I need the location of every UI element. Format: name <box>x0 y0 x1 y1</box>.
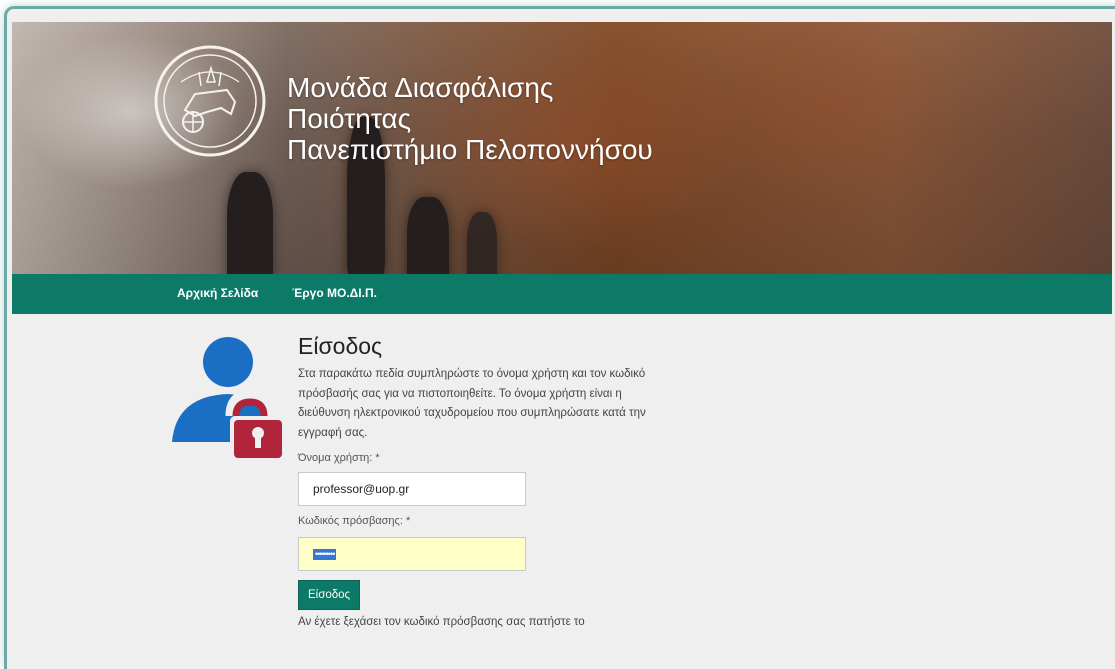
content-area: Είσοδος Στα παρακάτω πεδία συμπληρώστε τ… <box>12 314 1112 654</box>
banner-chess-piece <box>467 212 497 274</box>
password-mask: ••••••••• <box>313 549 337 560</box>
nav-item-home[interactable]: Αρχική Σελίδα <box>177 286 258 300</box>
banner-chess-piece <box>227 172 273 274</box>
site-title: Μονάδα Διασφάλισης Ποιότητας Πανεπιστήμι… <box>287 72 653 165</box>
university-seal-icon <box>154 45 266 157</box>
banner-chess-piece <box>407 197 449 274</box>
user-lock-icon <box>172 337 286 460</box>
intro-text: Στα παρακάτω πεδία συμπληρώστε το όνομα … <box>298 368 646 439</box>
username-input[interactable] <box>298 472 526 506</box>
page-title: Είσοδος <box>298 333 383 359</box>
forgot-password-text: Αν έχετε ξεχάσει τον κωδικό πρόσβασης σα… <box>298 616 585 628</box>
login-button[interactable]: Είσοδος <box>298 580 361 610</box>
login-form: Είσοδος Στα παρακάτω πεδία συμπληρώστε τ… <box>298 332 718 628</box>
site-title-line: Πανεπιστήμιο Πελοποννήσου <box>287 134 653 165</box>
main-nav: Αρχική Σελίδα Έργο ΜΟ.ΔΙ.Π. <box>12 274 1112 314</box>
site-title-line: Ποιότητας <box>287 103 412 134</box>
nav-item-project[interactable]: Έργο ΜΟ.ΔΙ.Π. <box>292 286 377 300</box>
password-input[interactable]: ••••••••• <box>298 537 526 571</box>
password-label: Κωδικός πρόσβασης: * <box>298 515 411 527</box>
username-label: Όνομα χρήστη: * <box>298 452 380 464</box>
site-title-line: Μονάδα Διασφάλισης <box>287 72 554 103</box>
